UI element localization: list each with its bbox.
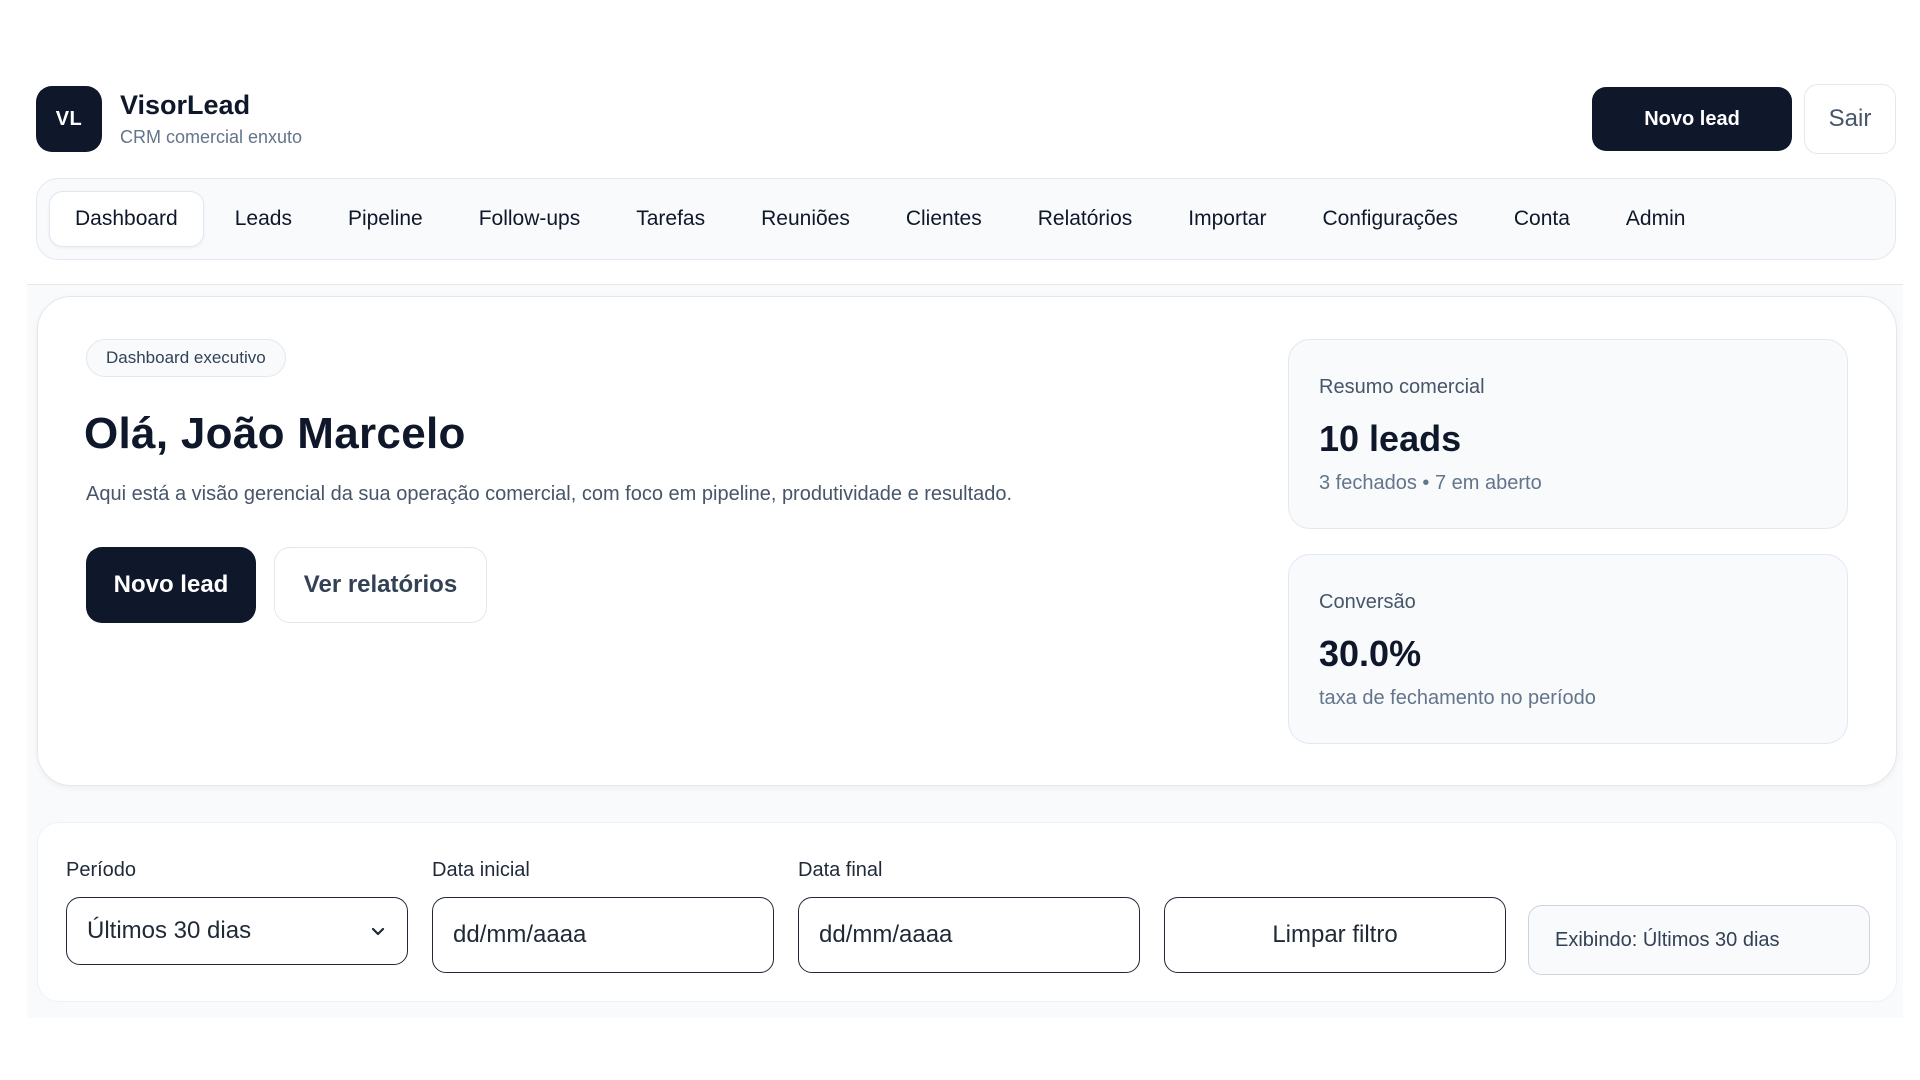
- brand-subtitle: CRM comercial enxuto: [120, 127, 303, 147]
- hero-card: Dashboard executivo Olá, João Marcelo Aq…: [37, 296, 1897, 786]
- page: VL VisorLead CRM comercial enxuto Novo l…: [0, 0, 1920, 1080]
- brand: VL VisorLead CRM comercial enxuto: [36, 86, 302, 152]
- end-date-input[interactable]: dd/mm/aaaa: [798, 897, 1140, 973]
- end-date-placeholder: dd/mm/aaaa: [819, 921, 953, 948]
- tab-conta[interactable]: Conta: [1489, 191, 1595, 247]
- period-select[interactable]: Últimos 30 dias: [66, 897, 408, 965]
- brand-text: VisorLead CRM comercial enxuto: [120, 90, 302, 148]
- tab-configuracoes[interactable]: Configurações: [1297, 191, 1482, 247]
- tab-relatorios[interactable]: Relatórios: [1013, 191, 1158, 247]
- summary-sub: 3 fechados • 7 em aberto: [1319, 472, 1542, 494]
- header-actions: Novo lead Sair: [1592, 84, 1896, 154]
- tab-tarefas[interactable]: Tarefas: [611, 191, 730, 247]
- view-reports-button[interactable]: Ver relatórios: [274, 547, 487, 623]
- start-date-placeholder: dd/mm/aaaa: [453, 921, 587, 948]
- tab-leads[interactable]: Leads: [210, 191, 317, 247]
- main-nav: Dashboard Leads Pipeline Follow-ups Tare…: [36, 178, 1896, 260]
- page-title: Olá, João Marcelo: [84, 409, 466, 458]
- filter-bar: Período Data inicial Data final Últimos …: [37, 822, 1897, 1002]
- header-new-lead-button[interactable]: Novo lead: [1592, 87, 1792, 151]
- clear-filter-button[interactable]: Limpar filtro: [1164, 897, 1506, 973]
- tab-admin[interactable]: Admin: [1601, 191, 1711, 247]
- summary-value: 10 leads: [1319, 418, 1462, 459]
- showing-indicator: Exibindo: Últimos 30 dias: [1528, 905, 1870, 975]
- chevron-down-icon: [371, 927, 385, 936]
- tab-pipeline[interactable]: Pipeline: [323, 191, 448, 247]
- period-label: Período: [66, 859, 137, 881]
- conversion-label: Conversão: [1319, 591, 1416, 613]
- conversion-sub: taxa de fechamento no período: [1319, 687, 1596, 709]
- app-header: VL VisorLead CRM comercial enxuto Novo l…: [36, 84, 1896, 154]
- summary-label: Resumo comercial: [1319, 376, 1485, 398]
- end-date-label: Data final: [798, 859, 883, 881]
- new-lead-button[interactable]: Novo lead: [86, 547, 256, 623]
- tab-follow-ups[interactable]: Follow-ups: [454, 191, 606, 247]
- period-select-value: Últimos 30 dias: [87, 917, 252, 944]
- tab-clientes[interactable]: Clientes: [881, 191, 1007, 247]
- page-description: Aqui está a visão gerencial da sua opera…: [86, 483, 1013, 505]
- conversion-card: Conversão 30.0% taxa de fechamento no pe…: [1288, 554, 1848, 744]
- clear-filter-label: Limpar filtro: [1272, 921, 1398, 948]
- start-date-input[interactable]: dd/mm/aaaa: [432, 897, 774, 973]
- start-date-label: Data inicial: [432, 859, 530, 881]
- brand-name: VisorLead: [120, 90, 251, 120]
- summary-card: Resumo comercial 10 leads 3 fechados • 7…: [1288, 339, 1848, 529]
- tab-reunioes[interactable]: Reuniões: [736, 191, 875, 247]
- tab-importar[interactable]: Importar: [1163, 191, 1291, 247]
- conversion-value: 30.0%: [1319, 633, 1422, 674]
- tab-dashboard[interactable]: Dashboard: [49, 191, 204, 247]
- hero-actions: Novo lead Ver relatórios: [86, 547, 487, 623]
- dashboard-badge: Dashboard executivo: [86, 339, 286, 377]
- brand-logo: VL: [36, 86, 102, 152]
- logout-button[interactable]: Sair: [1804, 84, 1896, 154]
